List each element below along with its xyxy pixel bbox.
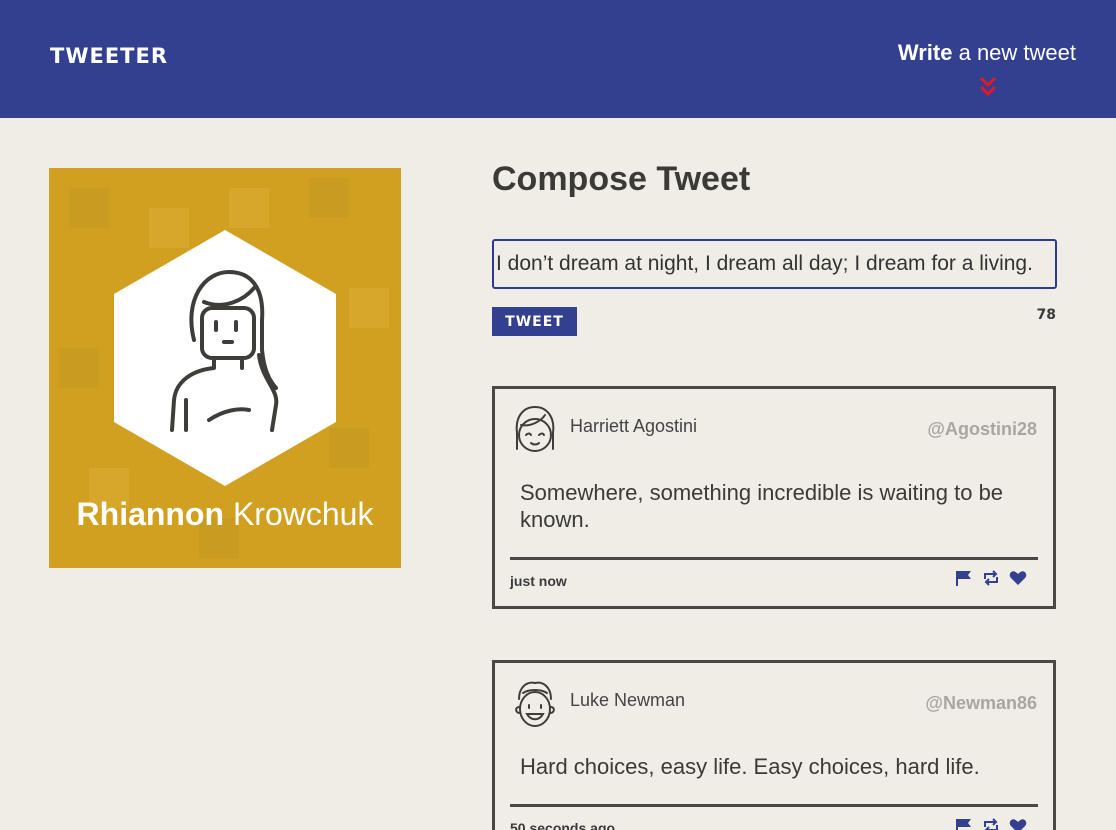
tweet-actions: [955, 570, 1027, 586]
tweet-author-name[interactable]: Harriett Agostini: [570, 416, 697, 437]
character-counter: 78: [1036, 307, 1056, 323]
tweet-text: Hard choices, easy life. Easy choices, h…: [520, 754, 980, 779]
tweet-button[interactable]: TWEET: [492, 307, 577, 336]
flag-icon[interactable]: [955, 818, 973, 830]
tweet-card: Luke Newman @Newman86 Hard choices, easy…: [492, 660, 1056, 830]
tweet-divider: [510, 804, 1038, 807]
profile-card: Rhiannon Krowchuk: [49, 168, 401, 568]
tweet-text: Somewhere, something incredible is waiti…: [520, 480, 1004, 532]
brand-logo[interactable]: TWEETER: [50, 44, 168, 68]
tweet-input[interactable]: [492, 239, 1057, 289]
flag-icon[interactable]: [955, 570, 973, 586]
tweet-divider: [510, 557, 1038, 560]
top-nav: TWEETER Write a new tweet: [0, 0, 1116, 118]
user-avatar-icon: [515, 405, 555, 452]
user-avatar-icon: [515, 681, 555, 727]
double-chevron-down-icon[interactable]: [979, 76, 997, 98]
tweet-card: Harriett Agostini @Agostini28 Somewhere,…: [492, 386, 1056, 609]
write-label-rest: a new tweet: [958, 40, 1076, 65]
tweet-timestamp: just now: [510, 573, 567, 589]
tweet-author-handle[interactable]: @Newman86: [925, 693, 1037, 714]
tweet-author-name[interactable]: Luke Newman: [570, 690, 685, 711]
retweet-icon[interactable]: [982, 570, 1000, 586]
profile-first-name: Rhiannon: [76, 496, 225, 532]
compose-title: Compose Tweet: [492, 160, 751, 198]
woman-avatar-icon: [114, 230, 336, 486]
retweet-icon[interactable]: [982, 818, 1000, 830]
tweet-actions: [955, 818, 1027, 830]
heart-icon[interactable]: [1009, 570, 1027, 586]
tweet-timestamp: 50 seconds ago: [510, 820, 616, 830]
profile-last-name: Krowchuk: [232, 496, 374, 532]
write-label-bold: Write: [897, 40, 953, 65]
heart-icon[interactable]: [1009, 818, 1027, 830]
profile-name: Rhiannon Krowchuk: [49, 496, 401, 533]
write-tweet-button[interactable]: Write a new tweet: [898, 40, 1076, 66]
tweet-author-handle[interactable]: @Agostini28: [927, 419, 1037, 440]
